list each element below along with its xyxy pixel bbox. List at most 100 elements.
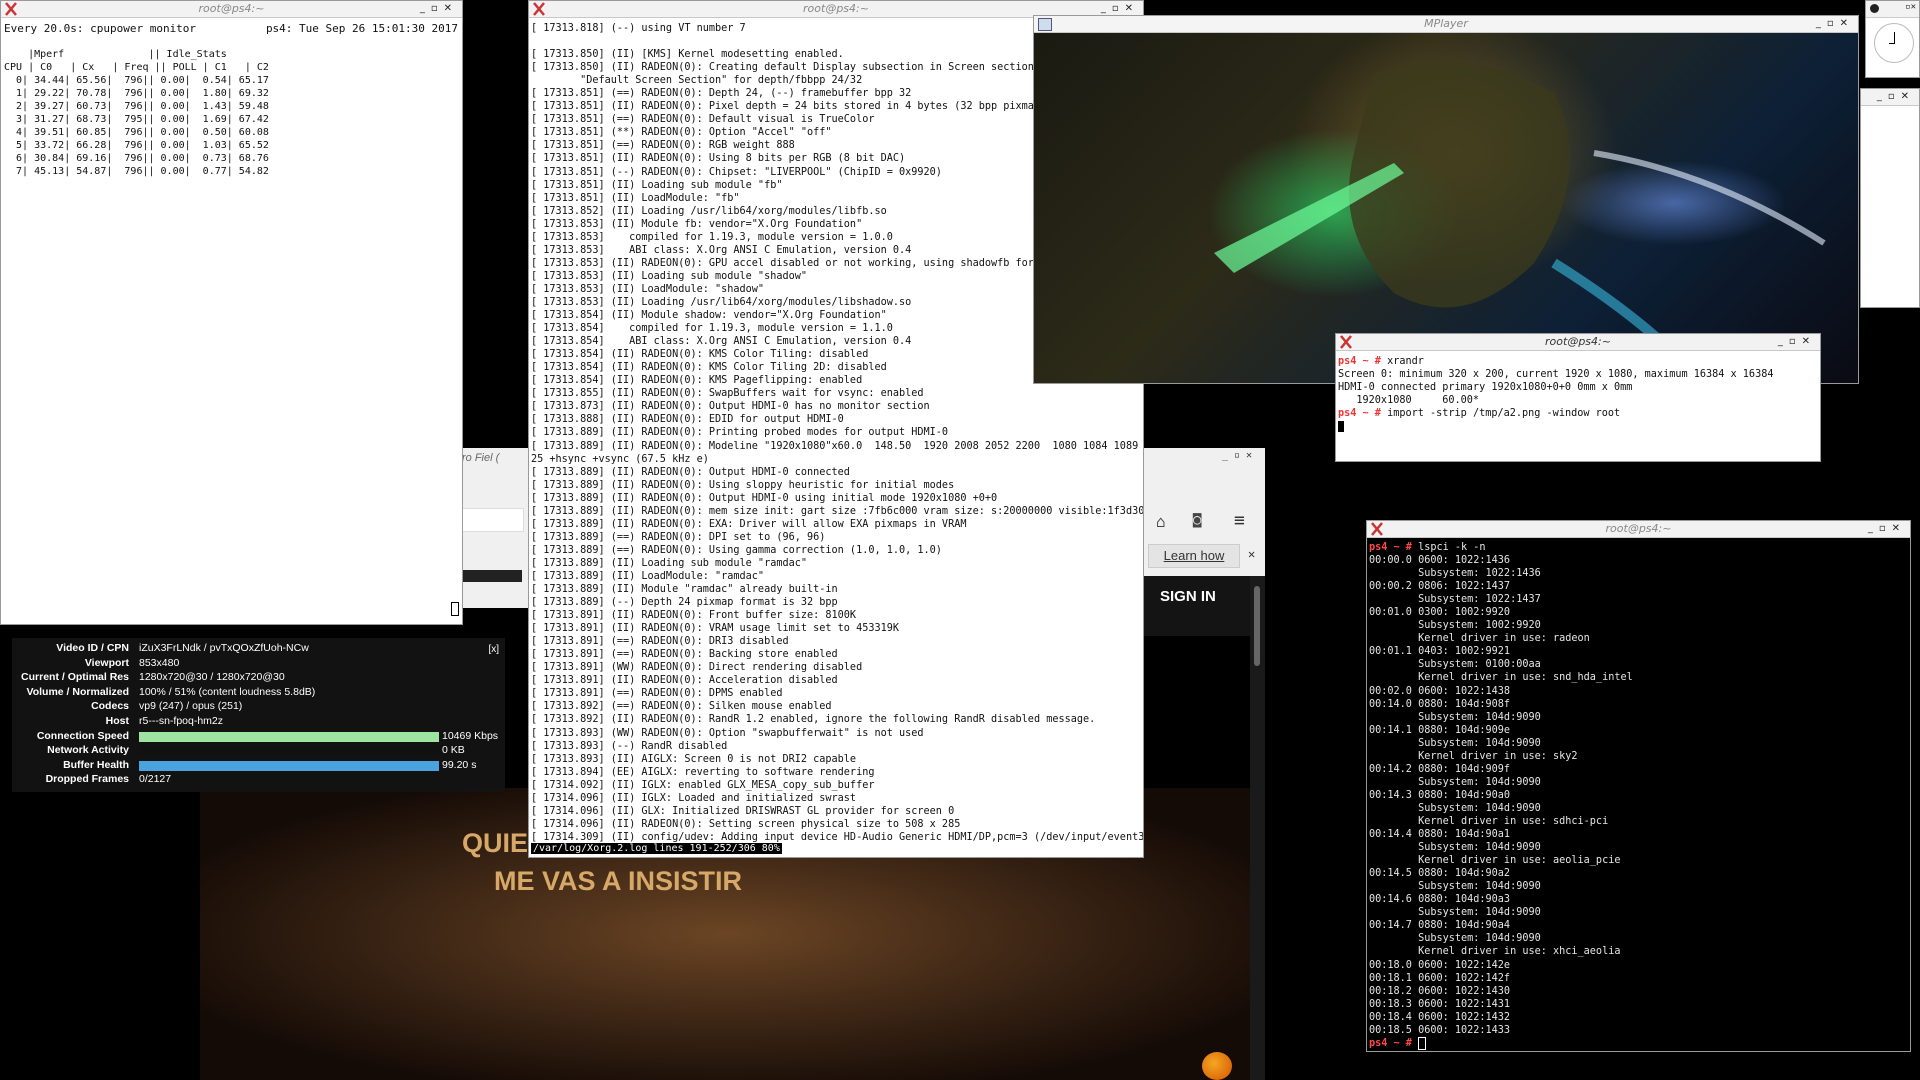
- stats-rows: Video ID / CPN iZuX3FrLNdk / pvTxQOxZfUoh…: [12, 642, 505, 788]
- stats-value: vp9 (247) / opus (251): [139, 700, 243, 713]
- device-line: Kernel driver in use: aeolia_pcie: [1369, 855, 1621, 867]
- stats-row: Network Activity 0 KB: [12, 744, 505, 759]
- learn-how-button[interactable]: Learn how: [1148, 544, 1240, 568]
- log-line: [ 17313.891] (==) RADEON(0): DPMS enable…: [531, 688, 783, 700]
- shell-prompt: ps4 ~ #: [1369, 1037, 1412, 1049]
- column-header: CPU | C0 | Cx | Freq || POLL | C1 | C2: [4, 62, 269, 73]
- titlebar[interactable]: root@ps4:~ _▫✕: [1336, 334, 1820, 351]
- device-line: Subsystem: 104d:9090: [1369, 933, 1541, 945]
- menu-icon[interactable]: ≡: [1234, 510, 1252, 531]
- cursor: [1418, 1036, 1427, 1050]
- clock-titlebar[interactable]: ▫✕: [1866, 1, 1919, 18]
- log-line: [ 17313.889] (II) RADEON(0): Output HDMI…: [531, 466, 850, 478]
- log-line: [ 17313.889] (II) RADEON(0): EXA: Driver…: [531, 518, 967, 530]
- log-line: [ 17313.889] (II) RADEON(0): Using slopp…: [531, 479, 955, 491]
- pocket-icon[interactable]: ◙: [1193, 512, 1211, 530]
- device-line: Kernel driver in use: snd_hda_intel: [1369, 672, 1633, 684]
- clock-icon: [1870, 4, 1879, 13]
- titlebar[interactable]: _▫✕: [1861, 89, 1919, 106]
- log-line: [ 17313.853] (II) Loading sub module "sh…: [531, 270, 808, 282]
- titlebar[interactable]: root@ps4:~ _▫✕: [1367, 521, 1910, 538]
- stats-graph: [139, 746, 439, 757]
- device-line: 00:14.7 0880: 104d:90a4: [1369, 920, 1511, 932]
- log-line: [ 17313.853] (II) LoadModule: "shadow": [531, 283, 765, 295]
- stats-row: Connection Speed 10469 Kbps: [12, 730, 505, 745]
- stats-label: Dropped Frames: [45, 773, 129, 786]
- log-line: [ 17313.851] (==) RADEON(0): RGB weight …: [531, 140, 795, 152]
- log-line: [ 17313.855] (II) RADEON(0): SwapBuffers…: [531, 388, 924, 400]
- xrandr-window[interactable]: root@ps4:~ _▫✕ ps4 ~ # xrandr Screen 0: …: [1335, 333, 1821, 462]
- device-line: Kernel driver in use: radeon: [1369, 633, 1590, 645]
- window-controls[interactable]: _▫✕: [1816, 16, 1854, 32]
- log-line: [ 17313.889] (II) RADEON(0): Output HDMI…: [531, 492, 998, 504]
- clock-window[interactable]: ▫✕: [1865, 0, 1920, 78]
- titlebar[interactable]: root@ps4:~ _▫✕: [1, 1, 462, 18]
- address-strip[interactable]: [462, 508, 524, 532]
- log-line: [ 17313.873] (II) RADEON(0): Output HDMI…: [531, 401, 930, 413]
- log-line: [ 17313.891] (WW) RADEON(0): Direct rend…: [531, 662, 863, 674]
- sign-in-button[interactable]: SIGN IN: [1160, 588, 1216, 605]
- cursor: [1338, 421, 1345, 432]
- watch-command: Every 20.0s: cpupower monitor: [4, 22, 197, 35]
- log-line: [ 17313.854] ABI class: X.Org ANSI C Emu…: [531, 336, 912, 348]
- cpu-row: 0| 34.44| 65.56| 796|| 0.00| 0.54| 65.17: [4, 75, 269, 86]
- log-line: [ 17313.891] (II) RADEON(0): Acceleratio…: [531, 675, 838, 687]
- browser-tab-partial[interactable]: ro Fiel (: [462, 452, 532, 468]
- stats-for-nerds-panel: [x] Video ID / CPN iZuX3FrLNdk / pvTxQOxZ…: [12, 638, 505, 792]
- stats-row: Codecs vp9 (247) / opus (251): [12, 700, 505, 715]
- device-line: 00:18.0 0600: 1022:142e: [1369, 959, 1511, 971]
- mplayer-window[interactable]: MPlayer _▫✕: [1033, 15, 1859, 384]
- video-surface[interactable]: [1034, 33, 1858, 383]
- stats-value: 853x480: [139, 656, 180, 669]
- small-window[interactable]: _▫✕: [1860, 88, 1920, 308]
- cpu-row: 2| 39.27| 60.73| 796|| 0.00| 1.43| 59.48: [4, 101, 269, 112]
- log-line: [ 17313.854] (II) Module shadow: vendor=…: [531, 310, 887, 322]
- close-icon[interactable]: ✕: [1248, 547, 1255, 561]
- log-line: [ 17313.851] (--) RADEON(0): Chipset: "L…: [531, 166, 942, 178]
- device-line: 00:14.4 0880: 104d:90a1: [1369, 829, 1511, 841]
- cpu-row: 1| 29.22| 70.78| 796|| 0.00| 1.80| 69.32: [4, 88, 269, 99]
- device-line: 00:18.3 0600: 1022:1431: [1369, 998, 1511, 1010]
- lspci-output: ps4 ~ # lspci -k -n 00:00.0 0600: 1022:1…: [1367, 538, 1910, 1050]
- scrollbar-thumb[interactable]: [1254, 586, 1260, 666]
- window-controls[interactable]: _▫✕: [1877, 89, 1915, 105]
- stats-label: Buffer Health: [63, 758, 129, 771]
- cpupower-window[interactable]: root@ps4:~ _▫✕ Every 20.0s: cpupower mon…: [0, 0, 463, 625]
- log-line: [ 17313.854] (II) RADEON(0): KMS Color T…: [531, 362, 887, 374]
- log-line: [ 17313.851] (II) RADEON(0): Using 8 bit…: [531, 153, 906, 165]
- browser-window-controls[interactable]: _▫✕: [1222, 450, 1258, 461]
- log-line: [ 17313.889] (==) RADEON(0): Using gamma…: [531, 544, 942, 556]
- window-controls[interactable]: ▫✕: [1905, 2, 1916, 12]
- x-logo-icon: [1371, 522, 1383, 536]
- device-line: 00:14.1 0880: 104d:909e: [1369, 724, 1511, 736]
- log-line: [ 17313.853] compiled for 1.19.3, module…: [531, 231, 893, 243]
- device-line: Subsystem: 104d:9090: [1369, 776, 1541, 788]
- stats-row: Volume / Normalized 100% / 51% (content l…: [12, 686, 505, 701]
- window-controls[interactable]: _▫✕: [1868, 521, 1906, 537]
- video-subtitle-2: ME VAS A INSISTIR: [494, 866, 743, 896]
- device-line: 00:18.5 0600: 1022:1433: [1369, 1024, 1511, 1036]
- log-line: [ 17313.893] (II) AIGLX: Screen 0 is not…: [531, 753, 857, 765]
- stats-label: Codecs: [91, 700, 129, 713]
- stats-value: 100% / 51% (content loudness 5.8dB): [139, 685, 316, 698]
- x-logo-icon: [5, 2, 17, 16]
- device-line: Subsystem: 1022:1437: [1369, 594, 1541, 606]
- window-controls[interactable]: _▫✕: [1778, 334, 1816, 350]
- lspci-window[interactable]: root@ps4:~ _▫✕ ps4 ~ # lspci -k -n 00:00…: [1366, 520, 1911, 1052]
- titlebar[interactable]: MPlayer _▫✕: [1034, 16, 1858, 33]
- home-icon[interactable]: ⌂: [1156, 512, 1174, 531]
- stats-row: Video ID / CPN iZuX3FrLNdk / pvTxQOxZfUoh…: [12, 642, 505, 657]
- log-line: [ 17313.889] (II) Loading sub module "ra…: [531, 557, 808, 569]
- stats-row: Buffer Health 99.20 s: [12, 759, 505, 774]
- device-line: 00:14.2 0880: 104d:909f: [1369, 763, 1511, 775]
- device-line: 00:14.3 0880: 104d:90a0: [1369, 789, 1511, 801]
- log-line: [ 17314.096] (II) RADEON(0): Setting scr…: [531, 818, 961, 830]
- video-subtitle-1: QUIE: [462, 828, 529, 858]
- device-line: 00:00.2 0806: 1022:1437: [1369, 581, 1511, 593]
- stats-value: 0 KB: [442, 744, 465, 757]
- window-controls[interactable]: _▫✕: [420, 1, 458, 17]
- stats-row: Viewport 853x480: [12, 657, 505, 672]
- scrollbar[interactable]: [1250, 576, 1265, 1080]
- device-line: 00:02.0 0600: 1022:1438: [1369, 685, 1511, 697]
- device-line: 00:01.0 0300: 1002:9920: [1369, 607, 1511, 619]
